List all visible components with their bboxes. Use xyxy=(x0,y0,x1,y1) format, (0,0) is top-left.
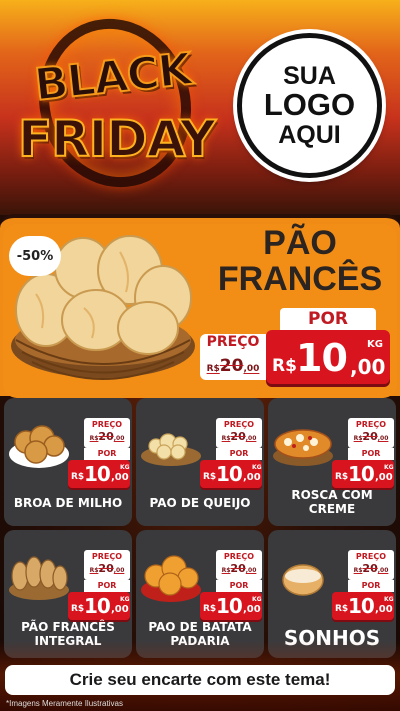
product-image xyxy=(141,433,201,466)
featured-new-price-value: 10 xyxy=(296,336,348,380)
price-currency: R$ xyxy=(203,604,217,614)
product-name: ROSCA COM CREME xyxy=(291,488,373,517)
product-card[interactable]: PREÇOR$20,00PORR$10,00KGPÃO FRANCÊS INTE… xyxy=(4,530,132,658)
cta-button[interactable]: Crie seu encarte com este tema! xyxy=(5,665,395,695)
product-name: PAO DE QUEIJO xyxy=(149,496,251,510)
featured-new-price: R$ 10 ,00 KG xyxy=(266,330,390,384)
price-cents: ,00 xyxy=(375,604,393,615)
new-price: R$ 10,00 KG xyxy=(332,460,394,488)
old-price-value: 20 xyxy=(230,562,246,575)
old-price: R$20,00 xyxy=(348,562,394,575)
preco-label: PREÇO xyxy=(223,552,255,561)
preco-label: PREÇO xyxy=(355,552,387,561)
preco-label: PREÇO xyxy=(91,552,123,561)
product-image xyxy=(141,555,201,602)
featured-old-price-currency: R$ xyxy=(206,364,220,374)
old-price-cents: ,00 xyxy=(113,567,125,574)
price-cents: ,00 xyxy=(243,472,261,483)
price-value: 10 xyxy=(348,462,375,486)
featured-title-line-1: PÃO xyxy=(263,224,337,262)
price-cents: ,00 xyxy=(375,472,393,483)
product-image xyxy=(9,556,69,600)
new-price: R$ 10,00 KG xyxy=(200,460,262,488)
price-currency: R$ xyxy=(335,604,349,614)
old-price-value: 20 xyxy=(98,562,114,575)
preco-label: PREÇO xyxy=(223,420,255,429)
preco-label: PREÇO xyxy=(91,420,123,429)
por-label: POR xyxy=(348,580,394,592)
product-card[interactable]: PREÇO R$20,00 POR R$ 10,00 KG BROA DE MILHO xyxy=(4,398,132,526)
price-value: 10 xyxy=(84,594,111,618)
unit-label: KG xyxy=(120,596,130,603)
price-currency: R$ xyxy=(71,472,85,482)
unit-label: KG xyxy=(384,464,394,471)
featured-new-price-currency: R$ xyxy=(272,356,297,376)
featured-title: PÃO FRANCÊS xyxy=(205,224,395,298)
product-card[interactable]: PREÇO R$20,00 POR R$ 10,00 KG ROSCA COM CREME xyxy=(268,398,396,526)
featured-old-price-value: 20 xyxy=(219,356,244,376)
por-label: POR xyxy=(84,448,130,460)
product-card[interactable]: PREÇOR$20,00PORR$10,00KGPAO DE BATATA PA… xyxy=(136,530,264,658)
old-price-cents: ,00 xyxy=(245,435,257,442)
featured-por-label: POR xyxy=(280,308,376,330)
product-name: BROA DE MILHO xyxy=(13,496,123,510)
old-price: R$20,00 xyxy=(84,430,130,443)
old-price-value: 20 xyxy=(362,430,378,443)
disclaimer-text: *Imagens Meramente Ilustrativas xyxy=(6,699,123,708)
flyer-page: BLACK FRIDAY SUA LOGO AQUI -50% PÃO FRAN… xyxy=(0,0,400,711)
discount-badge: -50% xyxy=(9,236,61,276)
price-value: 10 xyxy=(216,462,243,486)
featured-preco-label: PREÇO xyxy=(206,334,260,350)
old-price-cents: ,00 xyxy=(245,567,257,574)
unit-label: KG xyxy=(120,464,130,471)
new-price: R$ 10,00 KG xyxy=(200,592,262,620)
unit-label: KG xyxy=(252,596,262,603)
new-price: R$ 10,00 KG xyxy=(332,592,394,620)
featured-old-price-cents: ,00 xyxy=(243,364,260,374)
old-price: R$20,00 xyxy=(84,562,130,575)
featured-title-line-2: FRANCÊS xyxy=(217,259,383,298)
product-image xyxy=(282,564,324,596)
product-card[interactable]: PREÇO R$20,00 POR R$ 10,00 KG PAO DE QUEIJO xyxy=(136,398,264,526)
price-value: 10 xyxy=(84,462,111,486)
logo-line-1: SUA xyxy=(283,61,336,90)
logo-line-3: AQUI xyxy=(278,120,341,149)
old-price-value: 20 xyxy=(230,430,246,443)
new-price: R$ 10,00 KG xyxy=(68,592,130,620)
price-cents: ,00 xyxy=(111,604,129,615)
preco-label: PREÇO xyxy=(355,420,387,429)
black-friday-friday-text: FRIDAY xyxy=(17,109,217,169)
featured-unit-label: KG xyxy=(367,339,383,350)
featured-new-price-cents: ,00 xyxy=(350,355,386,379)
price-value: 10 xyxy=(216,594,243,618)
new-price: R$ 10,00 KG xyxy=(68,460,130,488)
old-price: R$20,00 xyxy=(216,562,262,575)
price-currency: R$ xyxy=(335,472,349,482)
price-cents: ,00 xyxy=(243,604,261,615)
old-price-cents: ,00 xyxy=(113,435,125,442)
price-cents: ,00 xyxy=(111,472,129,483)
por-label: POR xyxy=(216,580,262,592)
old-price: R$20,00 xyxy=(348,430,394,443)
old-price: R$20,00 xyxy=(216,430,262,443)
price-value: 10 xyxy=(348,594,375,618)
por-label: POR xyxy=(84,580,130,592)
old-price-cents: ,00 xyxy=(377,435,389,442)
product-image xyxy=(9,425,69,468)
por-label: POR xyxy=(216,448,262,460)
old-price-value: 20 xyxy=(98,430,114,443)
header-banner: BLACK FRIDAY SUA LOGO AQUI xyxy=(0,0,400,215)
product-card[interactable]: PREÇO R$20,00 POR R$ 10,00 KG SONHOS xyxy=(268,530,396,658)
featured-old-price: R$20,00 xyxy=(200,356,266,376)
product-image xyxy=(273,429,333,466)
por-label: POR xyxy=(348,448,394,460)
old-price-cents: ,00 xyxy=(377,567,389,574)
logo-line-2: LOGO xyxy=(263,87,356,123)
price-currency: R$ xyxy=(71,604,85,614)
price-currency: R$ xyxy=(203,472,217,482)
unit-label: KG xyxy=(384,596,394,603)
old-price-value: 20 xyxy=(362,562,378,575)
unit-label: KG xyxy=(252,464,262,471)
logo-placeholder[interactable]: SUA LOGO AQUI xyxy=(237,33,382,178)
